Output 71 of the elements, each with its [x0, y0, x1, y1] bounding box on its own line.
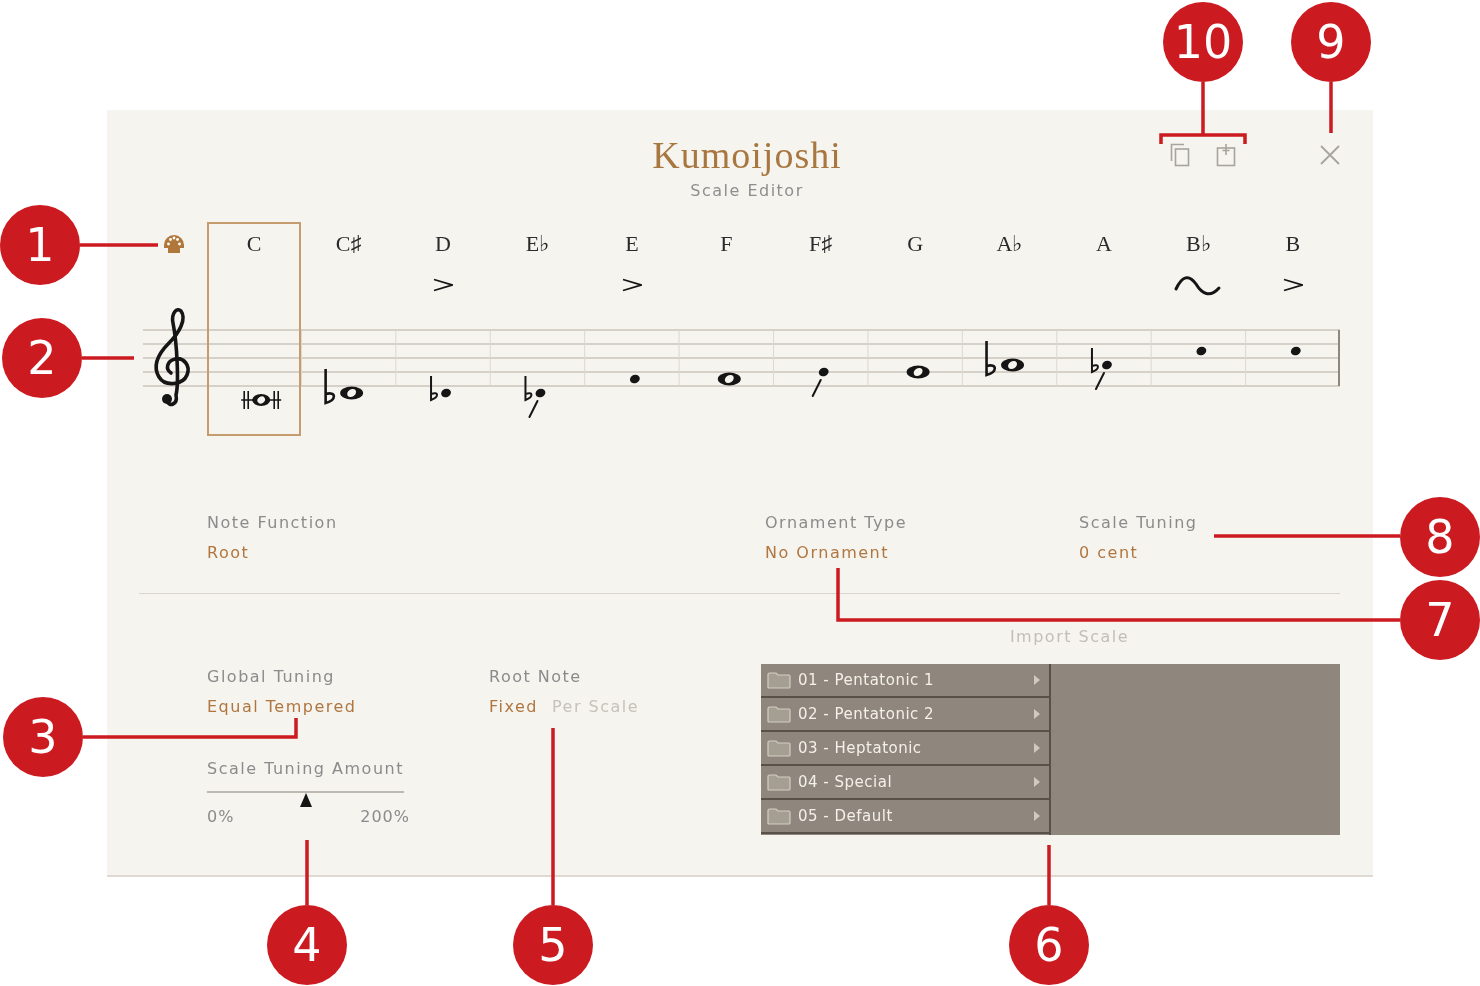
copy-icon	[1170, 143, 1190, 167]
slider-thumb[interactable]	[299, 793, 312, 807]
field-label: Scale Tuning	[1079, 512, 1198, 534]
note-symbol	[906, 365, 930, 379]
note-name[interactable]: B	[1285, 231, 1301, 257]
note-symbol	[811, 367, 829, 397]
arrow-right-icon	[1034, 709, 1040, 719]
field-label: Note Function	[207, 512, 338, 534]
note-name[interactable]: F	[720, 231, 733, 257]
note-name[interactable]: D	[435, 231, 451, 257]
note-name[interactable]: B♭	[1186, 231, 1211, 257]
note-name[interactable]: E♭	[525, 231, 550, 257]
callout-marker: 8	[1400, 497, 1480, 577]
note-symbol	[430, 375, 451, 401]
field-value[interactable]: Equal Tempered	[207, 695, 357, 719]
callout-marker: 1	[0, 205, 80, 285]
folder-icon	[767, 671, 791, 689]
note-symbol	[717, 372, 741, 386]
callout-line	[82, 356, 134, 360]
arrow-right-icon	[1034, 675, 1040, 685]
field-label: Scale Tuning Amount	[207, 758, 404, 780]
note-symbol	[324, 369, 364, 405]
callout-line	[1329, 82, 1333, 133]
note-symbol	[1290, 346, 1301, 356]
callout-marker: 2	[2, 318, 82, 398]
arrow-right-icon	[1034, 777, 1040, 787]
close-button[interactable]	[1320, 145, 1340, 165]
field-label: Root Note	[489, 666, 582, 688]
note-name[interactable]: F♯	[809, 231, 833, 257]
field-label: Ornament Type	[765, 512, 907, 534]
callout-marker: 6	[1009, 905, 1089, 985]
note-symbol	[1090, 347, 1112, 390]
callout-marker: 3	[3, 697, 83, 777]
arrow-right-icon	[1034, 811, 1040, 821]
field-label: Global Tuning	[207, 666, 335, 688]
scale-title: Kumoijoshi	[652, 133, 842, 177]
callout-line	[1047, 845, 1051, 905]
callout-line	[305, 840, 309, 905]
callout-marker: 10	[1163, 2, 1243, 82]
note-name[interactable]: A	[1096, 231, 1112, 257]
paste-icon	[1216, 143, 1236, 167]
root-note-option[interactable]: Fixed	[489, 695, 538, 719]
range-max-label: 200%	[360, 806, 410, 828]
note-symbol	[1196, 346, 1207, 356]
note-symbol	[985, 341, 1025, 377]
note-symbol	[524, 375, 546, 418]
folder-icon	[767, 807, 791, 825]
note-name[interactable]: E	[625, 231, 639, 257]
copy-button[interactable]	[1170, 143, 1190, 167]
folder-icon	[767, 739, 791, 757]
note-symbol	[240, 390, 282, 410]
note-name[interactable]: C♯	[335, 231, 362, 257]
callout-marker: 4	[267, 905, 347, 985]
arrow-right-icon	[1034, 743, 1040, 753]
callout-marker: 5	[513, 905, 593, 985]
treble-clef-icon	[154, 307, 190, 407]
folder-icon	[767, 773, 791, 791]
note-symbol	[629, 374, 640, 384]
paste-button[interactable]	[1216, 143, 1236, 167]
note-name[interactable]: G	[907, 231, 924, 257]
callout-marker: 7	[1400, 580, 1480, 660]
callout-marker: 9	[1291, 2, 1371, 82]
connector-icon[interactable]	[163, 234, 185, 254]
note-name[interactable]: C	[246, 231, 262, 257]
close-icon	[1320, 145, 1340, 165]
note-name[interactable]: A♭	[996, 231, 1023, 257]
field-value[interactable]: 0 cent	[1079, 541, 1139, 565]
editor-subtitle: Scale Editor	[690, 180, 804, 202]
range-min-label: 0%	[207, 806, 235, 828]
section-heading: Import Scale	[1009, 626, 1130, 648]
folder-icon	[767, 705, 791, 723]
